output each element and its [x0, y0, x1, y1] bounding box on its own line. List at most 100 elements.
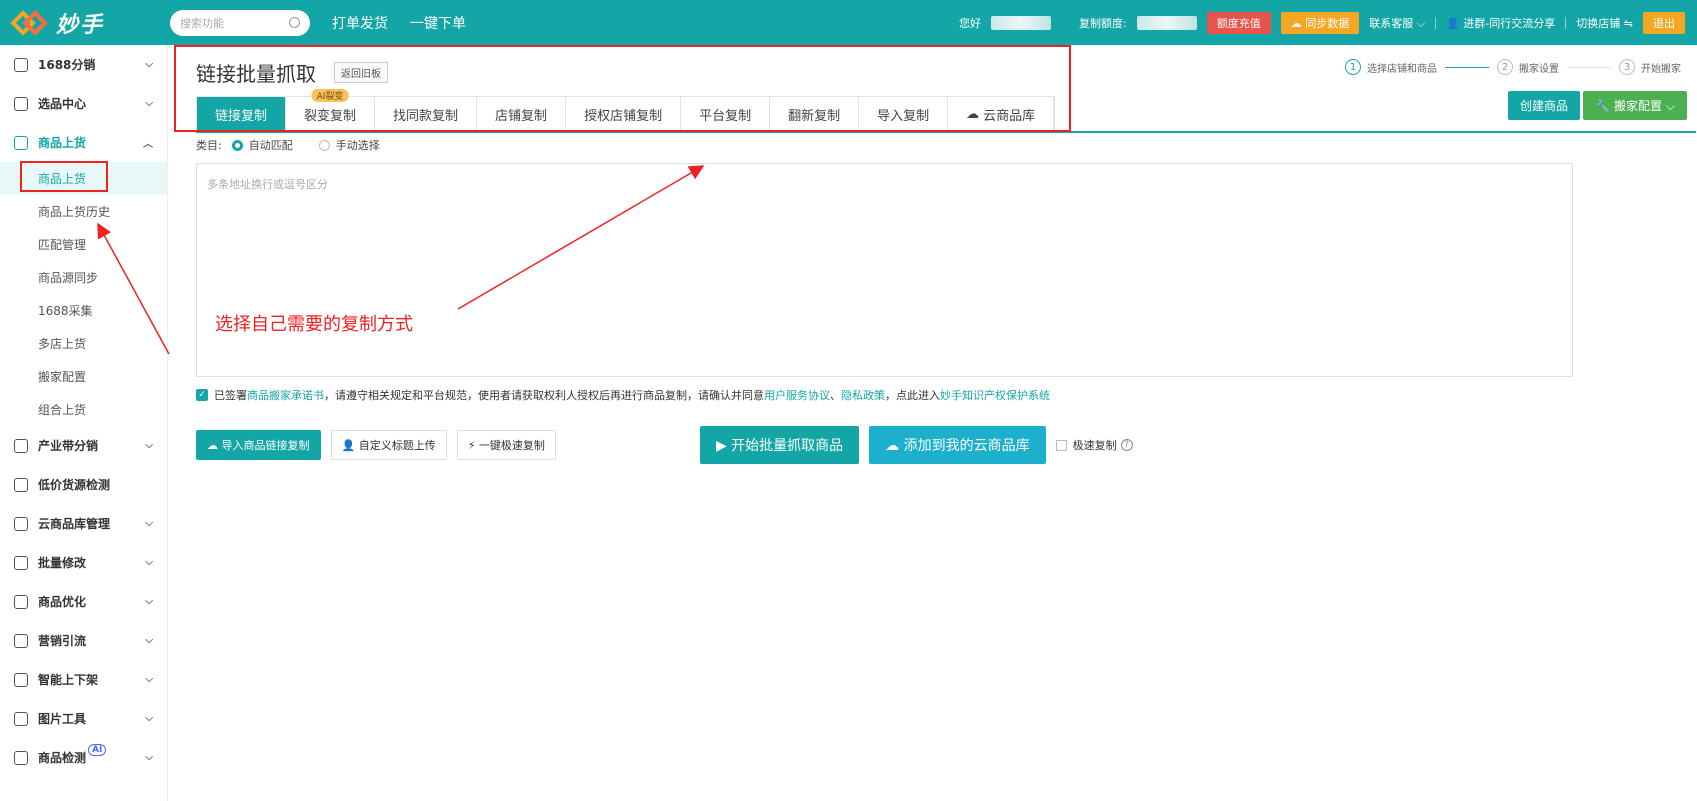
switch-icon: ⇋ [1623, 16, 1633, 30]
highlight-box-tabs [174, 45, 1071, 132]
sidebar-item-1688-collect[interactable]: 1688采集 [0, 294, 167, 327]
sidebar-group-label: 商品优化 [38, 595, 87, 609]
username-blurred [991, 15, 1052, 30]
sidebar: 1688分销 ⌵ 选品中心 ⌵ 商品上货 ︿ 商品上货 商品上货历史 匹配管理 商品源… [0, 45, 168, 801]
switch-shop-label: 切换店铺 [1576, 16, 1621, 30]
sidebar-group-label: 云商品库管理 [38, 517, 111, 531]
top-bar: 妙手 搜索功能 打单发货 一键下单 您好 复制额度: 额度充值 ☁ 同步数据 联… [0, 0, 1697, 45]
sidebar-group-label: 智能上下架 [38, 673, 99, 687]
box-icon [14, 96, 28, 111]
sidebar-group-optimize[interactable]: 商品优化 ⌵ [0, 582, 167, 621]
move-config-button[interactable]: 🔧 搬家配置 ⌵ [1583, 91, 1687, 120]
agreement-row: ✓ 已签署 商品搬家承诺书 ，请遵守相关规定和平台规范，使用者请获取权利人授权后… [196, 387, 1050, 403]
sidebar-item-combo[interactable]: 组合上货 [0, 393, 167, 426]
start-label: 开始批量抓取商品 [731, 438, 844, 454]
store-icon [14, 135, 28, 150]
agree-text-2: ，请遵守相关规定和平台规范，使用者请获取权利人授权后再进行商品复制，请确认并同意 [324, 389, 764, 402]
print-ship-link[interactable]: 打单发货 [332, 13, 388, 33]
import-link-copy-button[interactable]: ☁ 导入商品链接复制 [196, 430, 321, 460]
sidebar-group-1688[interactable]: 1688分销 ⌵ [0, 45, 167, 84]
wrench-icon: 🔧 [1595, 99, 1611, 113]
sidebar-group-upload[interactable]: 商品上货 ︿ [0, 123, 167, 162]
switch-shop-link[interactable]: 切换店铺 ⇋ [1576, 15, 1633, 31]
fast-copy-label: 极速复制 [1072, 439, 1117, 452]
support-dropdown[interactable]: 联系客服 ⌵ [1369, 15, 1425, 31]
sidebar-item-source-sync[interactable]: 商品源同步 [0, 261, 167, 294]
ai-badge: AI [88, 743, 107, 756]
radio-auto-match[interactable] [231, 139, 243, 151]
logo-text: 妙手 [56, 12, 105, 38]
greeting: 您好 [959, 16, 982, 30]
chevron-down-icon: ⌵ [145, 557, 153, 568]
import-label: 导入商品链接复制 [221, 439, 310, 452]
sidebar-group-industry[interactable]: 产业带分销 ⌵ [0, 426, 167, 465]
sidebar-item-move-config[interactable]: 搬家配置 [0, 360, 167, 393]
sidebar-item-match[interactable]: 匹配管理 [0, 228, 167, 261]
search-icon[interactable] [289, 17, 300, 28]
move-config-label: 搬家配置 [1614, 99, 1663, 113]
privacy-link[interactable]: 隐私政策 [841, 387, 885, 403]
sync-data-button[interactable]: ☁ 同步数据 [1280, 11, 1360, 34]
quick-copy-button[interactable]: ⚡ 一键极速复制 [456, 430, 556, 460]
tag-icon [14, 594, 28, 609]
chevron-down-icon: ⌵ [145, 440, 153, 451]
sidebar-group-batch-edit[interactable]: 批量修改 ⌵ [0, 543, 167, 582]
sidebar-group-marketing[interactable]: 营销引流 ⌵ [0, 621, 167, 660]
step-1-icon: 1 [1345, 59, 1361, 75]
textarea-placeholder: 多条地址换行或逗号区分 [207, 178, 328, 191]
main-content: 链接批量抓取 返回旧板 1 选择店铺和商品 2 搬家设置 3 开始搬家 链接复制 AI… [168, 45, 1697, 801]
chevron-down-icon: ⌵ [145, 635, 153, 646]
sidebar-group-cloud[interactable]: 云商品库管理 ⌵ [0, 504, 167, 543]
start-batch-grab-button[interactable]: ▶ 开始批量抓取商品 [699, 426, 860, 464]
chevron-down-icon: ⌵ [145, 596, 153, 607]
user-agreement-link[interactable]: 用户服务协议 [764, 387, 830, 403]
custom-title-upload-button[interactable]: 👤 自定义标题上传 [330, 430, 447, 460]
quick-label: 一键极速复制 [478, 439, 545, 452]
divider [1435, 16, 1437, 29]
promise-letter-link[interactable]: 商品搬家承诺书 [247, 387, 324, 403]
logo-icon [10, 9, 48, 37]
logo[interactable]: 妙手 [10, 7, 152, 39]
step-2-label: 搬家设置 [1519, 63, 1559, 75]
sidebar-group-label: 低价货源检测 [38, 478, 111, 492]
group-link[interactable]: 👤 进群-同行交流分享 [1446, 15, 1555, 31]
sidebar-group-label: 营销引流 [38, 634, 87, 648]
sidebar-item-upload-history[interactable]: 商品上货历史 [0, 195, 167, 228]
sidebar-group-image-tools[interactable]: 图片工具 ⌵ [0, 699, 167, 738]
sidebar-group-label: 1688分销 [38, 58, 96, 72]
sidebar-group-lowprice[interactable]: 低价货源检测 [0, 465, 167, 504]
add-to-cloud-button[interactable]: ☁ 添加到我的云商品库 [869, 426, 1046, 464]
lightning-icon: ⚡ [467, 439, 476, 452]
create-product-button[interactable]: 创建商品 [1507, 91, 1580, 120]
chevron-down-icon: ⌵ [1665, 99, 1675, 113]
cloud-upload-icon: ☁ [885, 438, 900, 454]
agree-checkbox[interactable]: ✓ [196, 389, 208, 401]
search-input[interactable]: 搜索功能 [170, 9, 310, 36]
edit-icon [14, 555, 28, 570]
sidebar-group-detection[interactable]: 商品检测 AI ⌵ [0, 738, 167, 777]
sidebar-group-smart-listing[interactable]: 智能上下架 ⌵ [0, 660, 167, 699]
progress-steps: 1 选择店铺和商品 2 搬家设置 3 开始搬家 [1345, 59, 1681, 75]
url-textarea[interactable]: 多条地址换行或逗号区分 [196, 163, 1573, 377]
sidebar-item-multi-shop[interactable]: 多店上货 [0, 327, 167, 360]
help-icon[interactable]: ? [1120, 439, 1133, 451]
sidebar-group-selection[interactable]: 选品中心 ⌵ [0, 84, 167, 123]
top-right-area: 您好 复制额度: 额度充值 ☁ 同步数据 联系客服 ⌵ 👤 进群-同行交流分享 … [959, 11, 1697, 34]
add-cloud-label: 添加到我的云商品库 [903, 438, 1030, 454]
radio-manual-select[interactable] [318, 139, 330, 151]
sidebar-group-label: 产业带分销 [38, 439, 99, 453]
highlight-box-sidebar [20, 161, 108, 192]
share-icon [14, 438, 28, 453]
chevron-down-icon: ⌵ [145, 674, 153, 685]
ip-protection-link[interactable]: 妙手知识产权保护系统 [940, 387, 1050, 403]
logout-button[interactable]: 退出 [1643, 11, 1685, 34]
search-placeholder: 搜索功能 [180, 16, 224, 30]
recharge-button[interactable]: 额度充值 [1206, 11, 1271, 34]
custom-label: 自定义标题上传 [358, 439, 436, 452]
chart-icon [14, 633, 28, 648]
sidebar-group-label: 商品检测 [38, 751, 87, 765]
fast-copy-checkbox[interactable] [1055, 439, 1067, 451]
sidebar-group-label: 商品上货 [38, 136, 87, 150]
step-connector [1567, 66, 1611, 68]
one-click-order-link[interactable]: 一键下单 [410, 13, 466, 33]
